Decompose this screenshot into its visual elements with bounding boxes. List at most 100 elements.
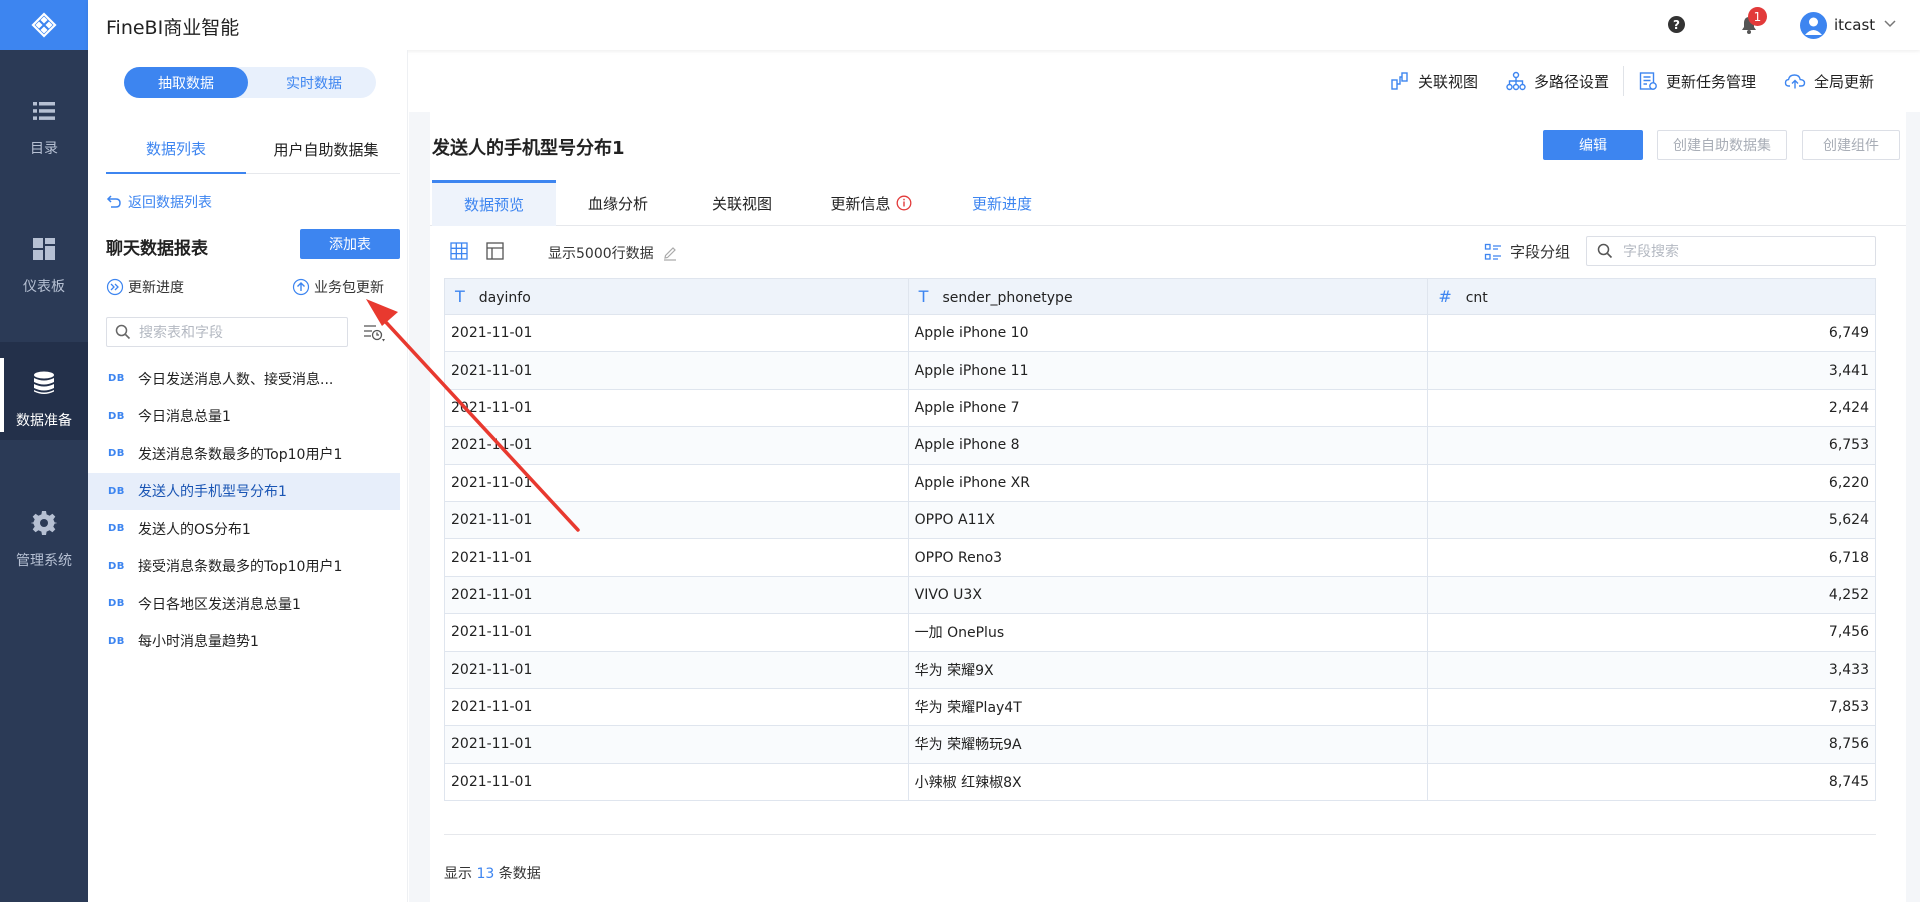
nav-item-data-prep[interactable]: 数据准备 (0, 358, 88, 432)
data-preview-table: Tdayinfo Tsender_phonetype # cnt 2021-11-… (444, 278, 1876, 802)
nav-item-dashboard[interactable]: 仪表板 (0, 236, 88, 296)
add-table-button[interactable]: 添加表 (300, 229, 400, 259)
table-row: 2021-11-01 华为 荣耀9X 3,433 (444, 650, 1876, 689)
chevron-down-icon[interactable] (1883, 16, 1897, 30)
edit-button[interactable]: 编辑 (1543, 130, 1643, 160)
cell-phonetype: 华为 荣耀Play4T (908, 687, 1429, 726)
realtime-data-toggle[interactable]: 实时数据 (252, 67, 376, 98)
create-component-button[interactable]: 创建组件 (1802, 130, 1900, 160)
tab-lineage-analysis[interactable]: 血缘分析 (556, 180, 680, 226)
cell-phonetype: OPPO A11X (908, 500, 1429, 539)
avatar[interactable] (1800, 12, 1827, 39)
table-name: 今日发送消息人数、接受消息... (138, 371, 334, 388)
cell-dayinfo: 2021-11-01 (444, 575, 909, 614)
related-view-icon (1391, 72, 1408, 90)
cell-cnt: 4,252 (1427, 575, 1876, 614)
db-table-icon: DB (108, 485, 125, 497)
package-title: 聊天数据报表 (106, 239, 208, 259)
username[interactable]: itcast (1834, 16, 1875, 34)
tab-self-service-dataset[interactable]: 用户自助数据集 (256, 124, 396, 174)
field-group-button[interactable]: 字段分组 (1484, 241, 1570, 262)
row-count-footer: 显示 13 条数据 (444, 863, 541, 883)
global-update-button[interactable]: 全局更新 (1784, 71, 1874, 92)
list-item[interactable]: DB 发送人的OS分布1 (88, 510, 408, 548)
list-item[interactable]: DB 今日各地区发送消息总量1 (88, 585, 408, 623)
db-table-icon: DB (108, 410, 125, 422)
filter-sort-icon[interactable] (362, 322, 388, 344)
list-item[interactable]: DB 今日发送消息人数、接受消息... (88, 360, 408, 398)
list-item[interactable]: DB 接受消息条数最多的Top10用户1 (88, 548, 408, 586)
app-logo[interactable] (0, 0, 88, 50)
tab-related-view[interactable]: 关联视图 (680, 180, 804, 226)
list-item[interactable]: DB 发送消息条数最多的Top10用户1 (88, 435, 408, 473)
multipath-label: 多路径设置 (1534, 72, 1610, 91)
show-rows-control[interactable]: 显示5000行数据 (548, 243, 678, 263)
field-search-input[interactable]: 字段搜索 (1586, 236, 1876, 266)
tab-data-preview[interactable]: 数据预览 (432, 180, 556, 226)
table-row: 2021-11-01 OPPO A11X 5,624 (444, 500, 1876, 539)
cell-phonetype: 华为 荣耀9X (908, 650, 1429, 689)
warning-info-icon (896, 195, 911, 211)
column-header-sender-phonetype[interactable]: Tsender_phonetype (908, 278, 1429, 315)
table-name: 发送人的手机型号分布1 (138, 484, 287, 501)
cell-cnt: 5,624 (1427, 500, 1876, 539)
extract-data-toggle[interactable]: 抽取数据 (124, 67, 248, 98)
search-placeholder: 搜索表和字段 (139, 325, 223, 341)
tab-data-list[interactable]: 数据列表 (106, 124, 246, 174)
multipath-button[interactable]: 多路径设置 (1506, 71, 1609, 92)
nav-item-catalog[interactable]: 目录 (0, 98, 88, 158)
cell-cnt: 3,433 (1427, 650, 1876, 689)
hierarchy-icon (1506, 71, 1526, 91)
table-row: 2021-11-01 华为 荣耀畅玩9A 8,756 (444, 725, 1876, 764)
row-count-value: 13 (476, 866, 495, 882)
number-type-icon: # (1438, 287, 1452, 306)
tab-update-info[interactable]: 更新信息 (804, 180, 938, 226)
list-item[interactable]: DB 每小时消息量趋势1 (88, 623, 408, 661)
list-item-selected[interactable]: DB 发送人的手机型号分布1 (88, 472, 400, 510)
db-table-icon: DB (108, 373, 125, 385)
column-header-cnt[interactable]: # cnt (1427, 278, 1876, 315)
tab-update-progress[interactable]: 更新进度 (940, 180, 1064, 226)
column-name: dayinfo (478, 290, 531, 306)
layout-view-icon[interactable] (485, 241, 505, 261)
grid-view-icon[interactable] (449, 241, 469, 261)
column-header-dayinfo[interactable]: Tdayinfo (444, 278, 909, 315)
cell-phonetype: Apple iPhone 10 (908, 313, 1429, 352)
nav-item-label: 仪表板 (23, 279, 65, 295)
cell-phonetype: VIVO U3X (908, 575, 1429, 614)
table-search-input[interactable]: 搜索表和字段 (106, 317, 348, 347)
cloud-upload-icon (1784, 74, 1806, 89)
user-icon (1805, 17, 1822, 35)
cell-cnt: 8,756 (1427, 725, 1876, 764)
list-icon (33, 102, 55, 120)
related-view-button[interactable]: 关联视图 (1390, 71, 1478, 92)
toolbar-divider (1623, 66, 1625, 96)
table-name: 发送人的OS分布1 (138, 521, 251, 538)
help-icon[interactable]: ? (1668, 16, 1685, 33)
update-progress-link[interactable]: 更新进度 (106, 277, 184, 297)
list-item[interactable]: DB 今日消息总量1 (88, 398, 408, 436)
nav-item-admin[interactable]: 管理系统 (0, 510, 88, 570)
cell-cnt: 6,220 (1427, 463, 1876, 502)
logo-icon (31, 12, 57, 38)
cell-cnt: 8,745 (1427, 762, 1876, 801)
back-to-list-link[interactable]: 返回数据列表 (106, 192, 212, 212)
search-icon (1597, 243, 1613, 259)
cell-phonetype: 华为 荣耀畅玩9A (908, 725, 1429, 764)
table-name: 发送消息条数最多的Top10用户1 (138, 446, 343, 463)
package-update-link[interactable]: 业务包更新 (292, 277, 384, 297)
back-link-label: 返回数据列表 (128, 195, 212, 211)
gear-icon (31, 511, 57, 535)
table-list: DB 今日发送消息人数、接受消息... DB 今日消息总量1 DB 发送消息条数… (88, 360, 408, 660)
app-title: FineBI商业智能 (106, 17, 240, 39)
db-table-icon: DB (108, 598, 125, 610)
update-task-manage-button[interactable]: 更新任务管理 (1638, 71, 1756, 92)
cell-phonetype: 小辣椒 红辣椒8X (908, 762, 1429, 801)
update-task-manage-label: 更新任务管理 (1666, 72, 1757, 91)
create-self-dataset-button[interactable]: 创建自助数据集 (1657, 130, 1787, 160)
panel-tabs: 数据列表 用户自助数据集 (106, 124, 400, 174)
db-table-icon: DB (108, 523, 125, 535)
column-name: cnt (1465, 290, 1488, 306)
table-row: 2021-11-01 小辣椒 红辣椒8X 8,745 (444, 762, 1876, 801)
cell-cnt: 3,441 (1427, 351, 1876, 390)
